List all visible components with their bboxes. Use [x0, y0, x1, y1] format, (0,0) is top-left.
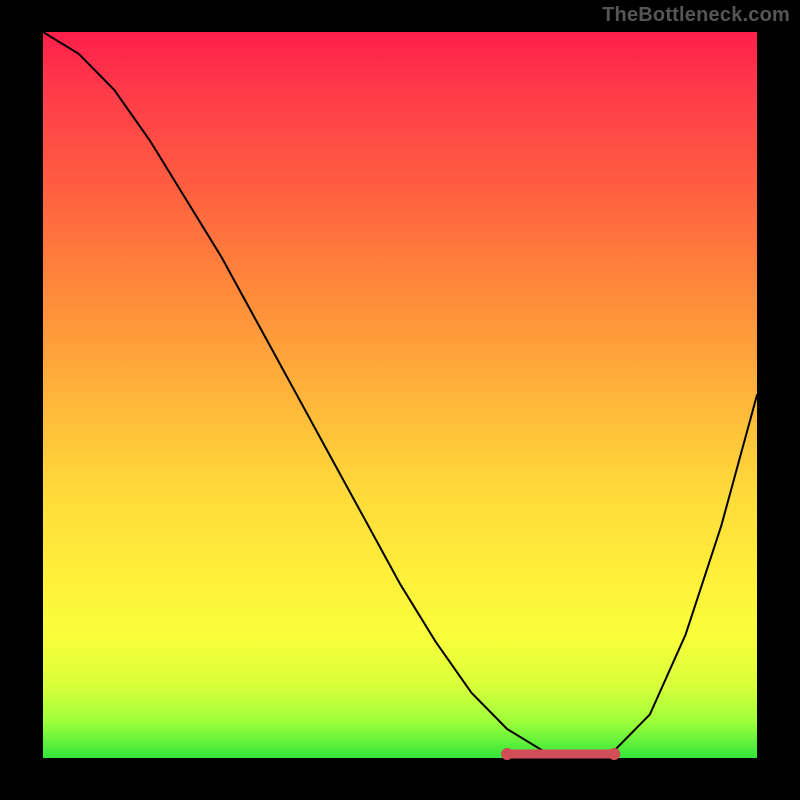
chart-frame: TheBottleneck.com [0, 0, 800, 800]
optimal-region-dot-right [608, 748, 620, 760]
watermark-text: TheBottleneck.com [602, 4, 790, 27]
optimal-region-dot-left [501, 748, 513, 760]
bottleneck-curve-path [43, 32, 757, 758]
curve-svg [43, 32, 757, 758]
plot-area [43, 32, 757, 758]
